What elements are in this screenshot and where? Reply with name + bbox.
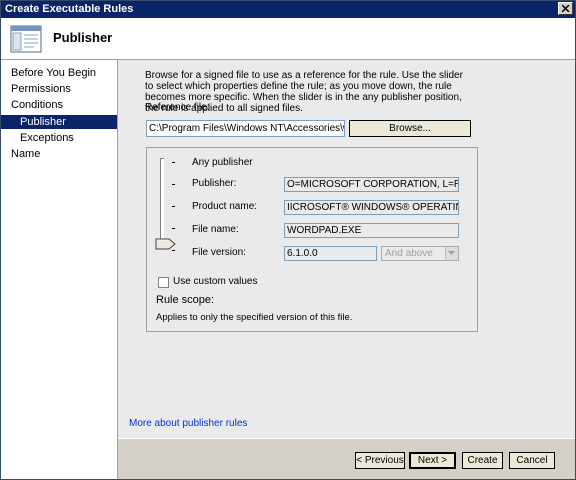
wizard-button-bar: < Previous Next > Create Cancel [118,438,575,479]
dropdown-arrow [445,247,458,260]
slider-tick [172,206,175,207]
publisher-label: Publisher: [192,178,237,189]
nav-item-conditions[interactable]: Conditions [1,98,117,112]
next-button[interactable]: Next > [409,452,456,469]
nav-item-before-you-begin[interactable]: Before You Begin [1,66,117,80]
nav-item-label: Before You Begin [11,67,97,79]
any-publisher-label: Any publisher [192,157,253,168]
close-icon [562,5,570,12]
specificity-slider-thumb[interactable] [155,238,177,250]
window-title: Create Executable Rules [5,3,134,15]
version-mode-dropdown[interactable]: And above [381,246,459,261]
product-name-label: Product name: [192,201,258,212]
wizard-steps-nav: Before You Begin Permissions Conditions … [1,60,118,479]
nav-item-publisher[interactable]: Publisher [1,115,117,129]
nav-item-label: Exceptions [20,132,74,144]
browse-button[interactable]: Browse... [349,120,471,137]
version-mode-value: And above [385,248,433,259]
page-title: Publisher [53,30,113,45]
close-button[interactable] [558,2,573,15]
nav-item-name[interactable]: Name [1,147,117,161]
rule-scope-text: Applies to only the specified version of… [156,312,353,323]
nav-item-label: Conditions [11,99,63,111]
nav-item-exceptions[interactable]: Exceptions [1,131,117,145]
previous-button[interactable]: < Previous [355,452,405,469]
content-area: Browse for a signed file to use as a ref… [118,60,575,438]
use-custom-values-checkbox[interactable] [158,277,169,288]
cancel-button[interactable]: Cancel [509,452,555,469]
file-version-field[interactable]: 6.1.0.0 [284,246,377,261]
slider-tick [172,228,175,229]
slider-tick [172,250,175,251]
wizard-header: Publisher [1,18,575,60]
nav-item-label: Permissions [11,83,71,95]
file-version-label: File version: [192,247,246,258]
publisher-properties-group: Any publisher Publisher: O=MICROSOFT COR… [146,147,478,332]
title-bar[interactable]: Create Executable Rules [1,1,575,18]
product-name-field[interactable]: IICROSOFT® WINDOWS® OPERATING SYSTEM [284,200,459,215]
publisher-field[interactable]: O=MICROSOFT CORPORATION, L=REDMOND, [284,177,459,192]
nav-item-label: Name [11,148,41,160]
slider-tick [172,184,175,185]
reference-file-label: Reference file: [145,102,210,113]
nav-item-permissions[interactable]: Permissions [1,82,117,96]
reference-file-field[interactable]: C:\Program Files\Windows NT\Accessories\… [146,120,345,137]
create-button[interactable]: Create [462,452,503,469]
rules-window-icon [10,25,42,53]
main-panel: Browse for a signed file to use as a ref… [118,60,575,479]
chevron-down-icon [448,251,455,255]
nav-item-label: Publisher [20,116,66,128]
slider-tick [172,162,175,163]
use-custom-values-label[interactable]: Use custom values [173,276,257,287]
rule-scope-label: Rule scope: [156,294,215,306]
more-about-publisher-rules-link[interactable]: More about publisher rules [129,418,247,429]
file-name-label: File name: [192,224,239,235]
specificity-slider-track[interactable] [160,158,164,241]
file-name-field[interactable]: WORDPAD.EXE [284,223,459,238]
create-executable-rules-window: Create Executable Rules Publisher Before… [0,0,576,480]
